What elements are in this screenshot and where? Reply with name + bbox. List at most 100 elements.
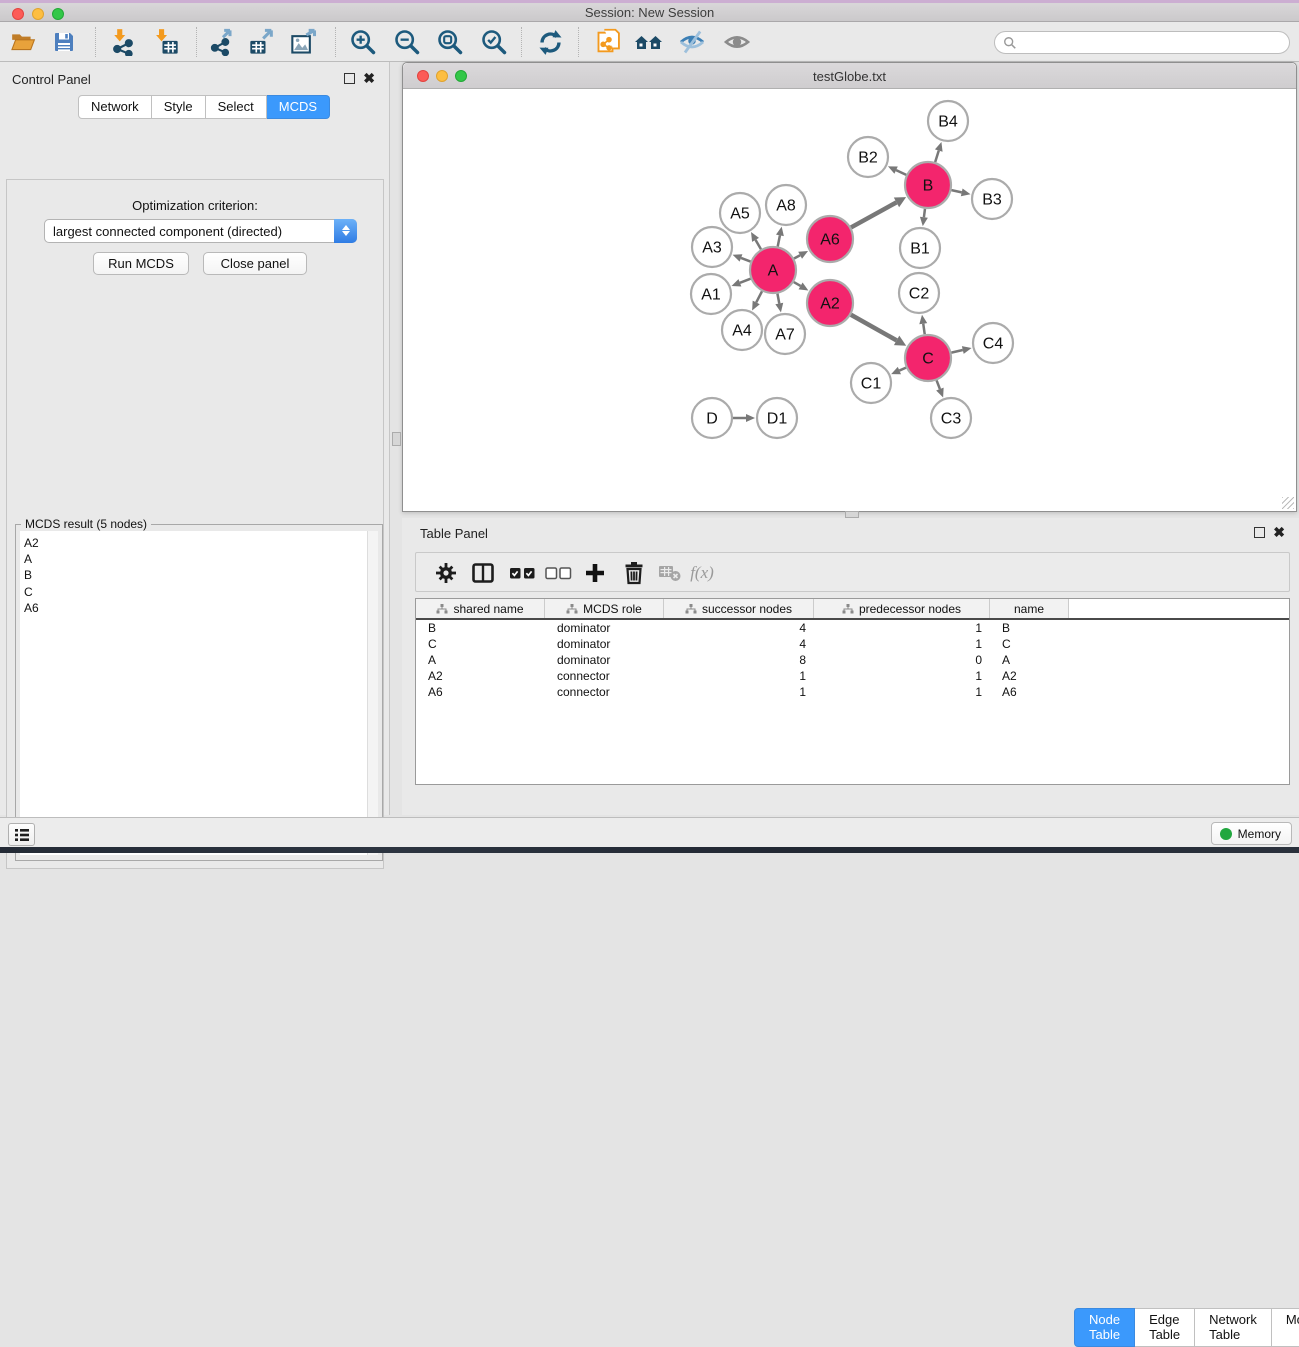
zoom-out-icon[interactable] bbox=[391, 26, 423, 58]
zoom-fit-icon[interactable] bbox=[434, 26, 466, 58]
graph-node-A5[interactable]: A5 bbox=[720, 193, 760, 233]
result-list-item[interactable]: A6 bbox=[24, 600, 367, 616]
table-cell[interactable]: A6 bbox=[990, 685, 1069, 699]
float-table-panel-icon[interactable] bbox=[1254, 527, 1265, 538]
result-list-item[interactable]: A2 bbox=[24, 535, 367, 551]
tab-motifs[interactable]: Motifs bbox=[1272, 1308, 1299, 1347]
tab-mcds[interactable]: MCDS bbox=[267, 95, 330, 119]
table-row[interactable]: A6connector11A6 bbox=[416, 684, 1289, 700]
close-panel-button[interactable]: Close panel bbox=[203, 252, 307, 275]
task-history-button[interactable] bbox=[8, 823, 35, 846]
search-field[interactable] bbox=[994, 31, 1290, 54]
table-cell[interactable]: 1 bbox=[814, 669, 990, 683]
close-table-panel-icon[interactable]: ✖ bbox=[1273, 527, 1285, 538]
edge-A-A4[interactable] bbox=[756, 291, 762, 302]
vertical-split-handle[interactable] bbox=[392, 432, 401, 446]
table-row[interactable]: Bdominator41B bbox=[416, 620, 1289, 636]
zoom-in-icon[interactable] bbox=[347, 26, 379, 58]
import-network-icon[interactable] bbox=[107, 26, 139, 58]
add-column-icon[interactable] bbox=[579, 557, 611, 589]
table-cell[interactable]: 1 bbox=[664, 669, 814, 683]
memory-button[interactable]: Memory bbox=[1211, 822, 1292, 845]
graph-node-A4[interactable]: A4 bbox=[722, 310, 762, 350]
table-cell[interactable]: A6 bbox=[416, 685, 545, 699]
edge-A-A1[interactable] bbox=[740, 279, 751, 283]
graph-node-C1[interactable]: C1 bbox=[851, 363, 891, 403]
edge-A-A3[interactable] bbox=[741, 258, 751, 262]
table-cell[interactable]: A2 bbox=[990, 669, 1069, 683]
table-cell[interactable]: 8 bbox=[664, 653, 814, 667]
table-cell[interactable]: A2 bbox=[416, 669, 545, 683]
show-columns-icon[interactable] bbox=[467, 557, 499, 589]
graph-node-C2[interactable]: C2 bbox=[899, 273, 939, 313]
graph-node-A2[interactable]: A2 bbox=[807, 280, 853, 326]
horizontal-split-handle[interactable] bbox=[845, 511, 859, 518]
column-header-name[interactable]: name bbox=[990, 599, 1069, 618]
mcds-result-list[interactable]: A2ABCA6 bbox=[20, 531, 367, 855]
tab-network-table[interactable]: Network Table bbox=[1195, 1308, 1272, 1347]
edge-A6-B[interactable] bbox=[851, 202, 896, 227]
hide-details-icon[interactable] bbox=[676, 26, 708, 58]
table-cell[interactable]: B bbox=[990, 621, 1069, 635]
show-all-networks-icon[interactable] bbox=[633, 26, 665, 58]
resize-grip-icon[interactable] bbox=[1282, 497, 1294, 509]
table-cell[interactable]: 4 bbox=[664, 637, 814, 651]
edge-C-C2[interactable] bbox=[923, 324, 924, 335]
graph-node-C3[interactable]: C3 bbox=[931, 398, 971, 438]
graph-node-B1[interactable]: B1 bbox=[900, 228, 940, 268]
import-table-icon[interactable] bbox=[150, 26, 182, 58]
table-cell[interactable]: C bbox=[990, 637, 1069, 651]
graph-node-D1[interactable]: D1 bbox=[757, 398, 797, 438]
column-header-shared-name[interactable]: shared name bbox=[416, 599, 545, 618]
result-list-scrollbar[interactable] bbox=[367, 531, 378, 855]
network-graph-canvas[interactable]: B4B2BB3A8A5A6A3B1AC2A1A2A4A7C4CC1C3DD1 bbox=[404, 90, 1297, 510]
table-cell[interactable]: dominator bbox=[545, 621, 664, 635]
select-all-columns-icon[interactable] bbox=[506, 557, 538, 589]
tab-node-table[interactable]: Node Table bbox=[1074, 1308, 1135, 1347]
tab-network[interactable]: Network bbox=[78, 95, 152, 119]
edge-B-B2[interactable] bbox=[896, 170, 906, 175]
table-cell[interactable]: 0 bbox=[814, 653, 990, 667]
edge-C-C1[interactable] bbox=[899, 368, 906, 371]
refresh-icon[interactable] bbox=[534, 26, 566, 58]
result-list-item[interactable]: B bbox=[24, 567, 367, 583]
graph-node-D[interactable]: D bbox=[692, 398, 732, 438]
network-view-window[interactable]: testGlobe.txt B4B2BB3A8A5A6A3B1AC2A1A2A4… bbox=[402, 62, 1297, 512]
float-panel-icon[interactable] bbox=[344, 73, 355, 84]
graph-node-B3[interactable]: B3 bbox=[972, 179, 1012, 219]
edge-C-C3[interactable] bbox=[937, 380, 940, 389]
table-row[interactable]: Cdominator41C bbox=[416, 636, 1289, 652]
graph-node-A1[interactable]: A1 bbox=[691, 274, 731, 314]
close-panel-icon[interactable]: ✖ bbox=[363, 73, 375, 84]
tab-select[interactable]: Select bbox=[206, 95, 267, 119]
edge-A-A6[interactable] bbox=[794, 255, 800, 258]
network-window-titlebar[interactable]: testGlobe.txt bbox=[403, 63, 1296, 89]
table-cell[interactable]: A bbox=[990, 653, 1069, 667]
deselect-all-columns-icon[interactable] bbox=[542, 557, 574, 589]
table-cell[interactable]: 1 bbox=[814, 621, 990, 635]
edge-A-A2[interactable] bbox=[794, 282, 801, 286]
table-cell[interactable]: 4 bbox=[664, 621, 814, 635]
table-cell[interactable]: dominator bbox=[545, 653, 664, 667]
table-cell[interactable]: connector bbox=[545, 669, 664, 683]
column-header-predecessor-nodes[interactable]: predecessor nodes bbox=[814, 599, 990, 618]
table-cell[interactable]: C bbox=[416, 637, 545, 651]
result-list-item[interactable]: C bbox=[24, 584, 367, 600]
show-graphics-details-icon[interactable] bbox=[721, 26, 753, 58]
graph-node-A8[interactable]: A8 bbox=[766, 185, 806, 225]
search-input[interactable] bbox=[1021, 36, 1289, 50]
zoom-selected-icon[interactable] bbox=[478, 26, 510, 58]
run-mcds-button[interactable]: Run MCDS bbox=[93, 252, 189, 275]
node-table[interactable]: shared nameMCDS rolesuccessor nodesprede… bbox=[415, 598, 1290, 785]
save-session-icon[interactable] bbox=[48, 26, 80, 58]
edge-B-B1[interactable] bbox=[924, 209, 925, 217]
table-row[interactable]: Adominator80A bbox=[416, 652, 1289, 668]
export-image-icon[interactable] bbox=[288, 26, 320, 58]
table-cell[interactable]: 1 bbox=[814, 685, 990, 699]
table-cell[interactable]: 1 bbox=[814, 637, 990, 651]
new-network-icon[interactable] bbox=[593, 26, 625, 58]
result-list-item[interactable]: A bbox=[24, 551, 367, 567]
table-options-icon[interactable] bbox=[430, 557, 462, 589]
table-header-row[interactable]: shared nameMCDS rolesuccessor nodesprede… bbox=[416, 599, 1289, 620]
graph-node-C[interactable]: C bbox=[905, 335, 951, 381]
